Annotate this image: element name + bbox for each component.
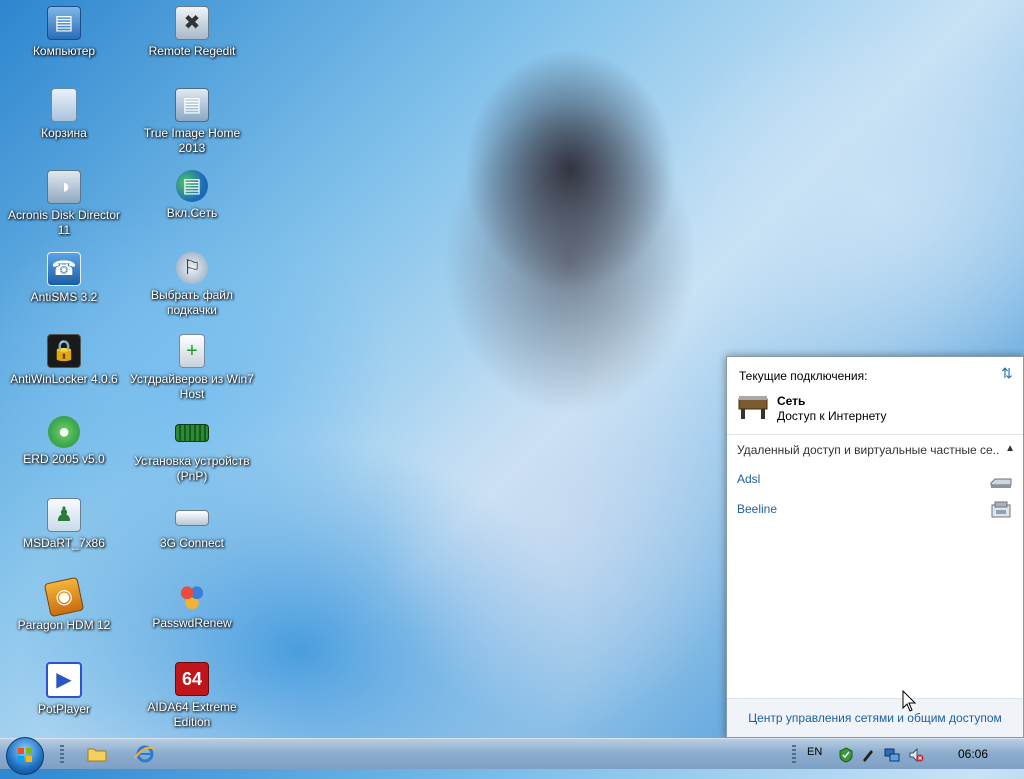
flyout-footer: Центр управления сетями и общим доступом bbox=[727, 698, 1023, 737]
msdart-icon: ♟ bbox=[47, 498, 81, 532]
desktop-icon-msdart[interactable]: ♟ MSDaRT_7x86 bbox=[2, 498, 126, 551]
flyout-title: Текущие подключения: bbox=[739, 369, 868, 383]
potplayer-icon: ▶ bbox=[46, 662, 82, 698]
start-button[interactable] bbox=[6, 737, 44, 775]
desktop-icon-disk-director[interactable]: ◑ Acronis Disk Director 11 bbox=[2, 170, 126, 238]
desktop-icon-label: PasswdRenew bbox=[152, 616, 232, 630]
mouse-cursor-icon bbox=[902, 690, 916, 712]
disk-director-icon: ◑ bbox=[47, 170, 81, 204]
driver-install-icon: + bbox=[179, 334, 205, 368]
desktop-icon-label: AntiWinLocker 4.0.6 bbox=[10, 372, 118, 386]
desktop-icon-label: ERD 2005 v5.0 bbox=[23, 452, 105, 466]
true-image-icon: ▤ bbox=[175, 88, 209, 122]
computer-icon: ▤ bbox=[47, 6, 81, 40]
desktop-icon-antisms[interactable]: ☎ AntiSMS 3.2 bbox=[2, 252, 126, 305]
desktop-icon-aida64[interactable]: 64 AIDA64 Extreme Edition bbox=[130, 662, 254, 730]
desktop-icon-label: 3G Connect bbox=[159, 536, 225, 550]
recycle-bin-icon bbox=[51, 88, 77, 122]
network-bench-icon bbox=[738, 396, 768, 419]
antisms-icon: ☎ bbox=[47, 252, 81, 286]
taskbar: EN 06:06 bbox=[0, 737, 1024, 775]
desktop-icon-antiwinlocker[interactable]: 🔒 AntiWinLocker 4.0.6 bbox=[2, 334, 126, 387]
refresh-icon[interactable]: ⇅ bbox=[999, 365, 1015, 381]
desktop-icon-potplayer[interactable]: ▶ PotPlayer bbox=[2, 662, 126, 717]
desktop-icon-label: Выбрать файл подкачки bbox=[151, 288, 233, 317]
desktop-icon-label: AntiSMS 3.2 bbox=[30, 290, 98, 304]
desktop-icon-3g-connect[interactable]: 3G Connect bbox=[130, 498, 254, 551]
chevron-up-icon[interactable]: ▲ bbox=[1005, 443, 1015, 454]
language-indicator[interactable]: EN bbox=[807, 746, 822, 758]
pen-icon[interactable] bbox=[860, 747, 876, 763]
speaker-muted-icon[interactable] bbox=[908, 747, 924, 763]
pnp-icon bbox=[175, 424, 209, 442]
network-icon: ▤ bbox=[176, 170, 208, 202]
network-flyout: Текущие подключения: ⇅ Сеть Доступ к Инт… bbox=[726, 356, 1024, 738]
taskbar-grip[interactable] bbox=[60, 745, 64, 763]
desktop-icon-label: PotPlayer bbox=[37, 702, 91, 716]
aida64-icon: 64 bbox=[175, 662, 209, 696]
desktop-icon-driver-install[interactable]: + Устдрайверов из Win7 Host bbox=[130, 334, 254, 402]
network-center-link[interactable]: Центр управления сетями и общим доступом bbox=[727, 711, 1023, 725]
connection-beeline[interactable]: Beeline bbox=[737, 502, 777, 516]
paragon-icon: ◉ bbox=[43, 576, 85, 618]
clock[interactable]: 06:06 bbox=[958, 747, 988, 761]
network-status: Доступ к Интернету bbox=[777, 409, 887, 423]
desktop-icon-network-on[interactable]: ▤ Вкл.Сеть bbox=[130, 170, 254, 221]
regedit-icon: ✖ bbox=[175, 6, 209, 40]
network-name: Сеть bbox=[777, 394, 806, 408]
desktop-icon-remote-regedit[interactable]: ✖ Remote Regedit bbox=[130, 6, 254, 59]
network-tray-icon[interactable] bbox=[884, 747, 900, 763]
desktop-icon-pagefile[interactable]: ⚐ Выбрать файл подкачки bbox=[130, 252, 254, 318]
lock-icon: 🔒 bbox=[47, 334, 81, 368]
explorer-taskbar-button[interactable] bbox=[84, 742, 110, 766]
desktop-icon-true-image[interactable]: ▤ True Image Home 2013 bbox=[130, 88, 254, 156]
desktop-icon-label: MSDaRT_7x86 bbox=[23, 536, 105, 550]
desktop-icon-recycle-bin[interactable]: Корзина bbox=[2, 88, 126, 141]
dialup-icon bbox=[991, 501, 1011, 518]
desktop-icon-erd[interactable]: ● ERD 2005 v5.0 bbox=[2, 416, 126, 467]
aida64-badge: 64 bbox=[181, 668, 203, 689]
desktop-icon-passwdrenew[interactable]: PasswdRenew bbox=[130, 580, 254, 631]
shield-check-icon[interactable] bbox=[838, 747, 854, 763]
desktop-icon-pnp[interactable]: Установка устройств (PnP) bbox=[130, 416, 254, 484]
erd-icon: ● bbox=[48, 416, 80, 448]
tray-grip[interactable] bbox=[792, 745, 796, 763]
desktop-icon-paragon[interactable]: ◉ Paragon HDM 12 bbox=[2, 576, 126, 633]
desktop-icon-label: Вкл.Сеть bbox=[166, 206, 218, 220]
ie-taskbar-button[interactable] bbox=[132, 742, 158, 766]
desktop-icon-label: Remote Regedit bbox=[148, 44, 236, 58]
usb-modem-icon bbox=[175, 510, 209, 526]
desktop-icon-label: AIDA64 Extreme Edition bbox=[147, 700, 237, 729]
folder-icon bbox=[87, 748, 107, 762]
desktop-icon-label: Paragon HDM 12 bbox=[17, 618, 111, 632]
desktop-icon-label: Корзина bbox=[41, 126, 87, 140]
connection-adsl[interactable]: Adsl bbox=[737, 472, 760, 486]
desktop-icon-label: Устдрайверов из Win7 Host bbox=[130, 372, 254, 401]
vpn-section-header[interactable]: Удаленный доступ и виртуальные частные с… bbox=[737, 443, 999, 457]
internet-explorer-icon bbox=[134, 745, 156, 763]
users-icon bbox=[176, 580, 208, 612]
desktop-icon-label: Компьютер bbox=[32, 44, 96, 58]
pagefile-icon: ⚐ bbox=[176, 252, 208, 284]
windows-logo-icon bbox=[18, 748, 32, 762]
desktop-icon-label: True Image Home 2013 bbox=[143, 126, 241, 155]
desktop-icon-label: Установка устройств (PnP) bbox=[134, 454, 250, 483]
desktop-icon-computer[interactable]: ▤ Компьютер bbox=[2, 6, 126, 59]
desktop-icon-label: Acronis Disk Director 11 bbox=[7, 208, 121, 237]
flyout-divider bbox=[727, 434, 1023, 435]
modem-icon bbox=[990, 478, 1012, 488]
